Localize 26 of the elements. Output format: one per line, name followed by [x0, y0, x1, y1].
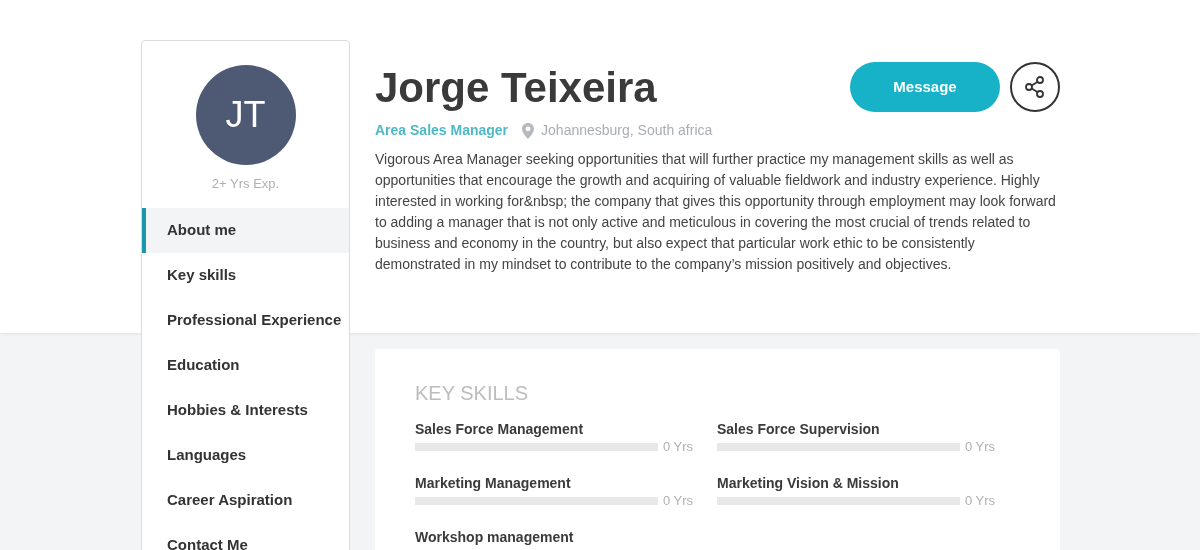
- sidebar-item[interactable]: Key skills: [142, 252, 349, 298]
- skill-years: 0 Yrs: [964, 492, 995, 511]
- profile-name: Jorge Teixeira: [375, 63, 657, 113]
- section-title: KEY SKILLS: [415, 381, 530, 406]
- share-icon: [1023, 75, 1047, 99]
- skill-name: Sales Force Management: [415, 420, 585, 439]
- skill-name: Workshop management: [415, 528, 575, 547]
- sidebar-item[interactable]: Contact Me: [142, 522, 349, 550]
- sidebar-item[interactable]: Hobbies & Interests: [142, 387, 349, 433]
- location-pin-icon: [522, 122, 535, 139]
- avatar: JT: [195, 65, 296, 165]
- sidebar-item[interactable]: Education: [142, 342, 349, 388]
- location-text: Johannesburg, South africa: [541, 121, 713, 140]
- skill-name: Marketing Vision & Mission: [717, 474, 900, 493]
- job-title: Area Sales Manager: [375, 121, 509, 140]
- skill-name: Marketing Management: [415, 474, 572, 493]
- sidebar-item[interactable]: Career Aspiration: [142, 477, 349, 523]
- experience-label: 2+ Yrs Exp.: [211, 175, 280, 193]
- skill-years: 0 Yrs: [662, 492, 693, 511]
- skill-years: 0 Yrs: [964, 438, 995, 457]
- sidebar-item[interactable]: Professional Experience: [142, 297, 349, 343]
- skill-years: 0 Yrs: [662, 438, 693, 457]
- skill-name: Sales Force Supervision: [717, 420, 881, 439]
- about-paragraph: Vigorous Area Manager seeking opportunities that will further practice my management skills as well as opportunities that encourage the growth and acquiring of valuable fieldwork and industry experience. Highly interested in working for&nbsp; the company that gives this opportunity through employment may look forward to adding a manager that is not only active and meticulous in covering the most crucial of trends related to business and economy in the country, but also expect that particular work ethic to be consistently demonstrated in my mindset to contribute to the company’s mission positively and objectives.: [375, 150, 1057, 274]
- sidebar-item[interactable]: About me: [142, 207, 349, 253]
- sidebar-item[interactable]: Languages: [142, 432, 349, 478]
